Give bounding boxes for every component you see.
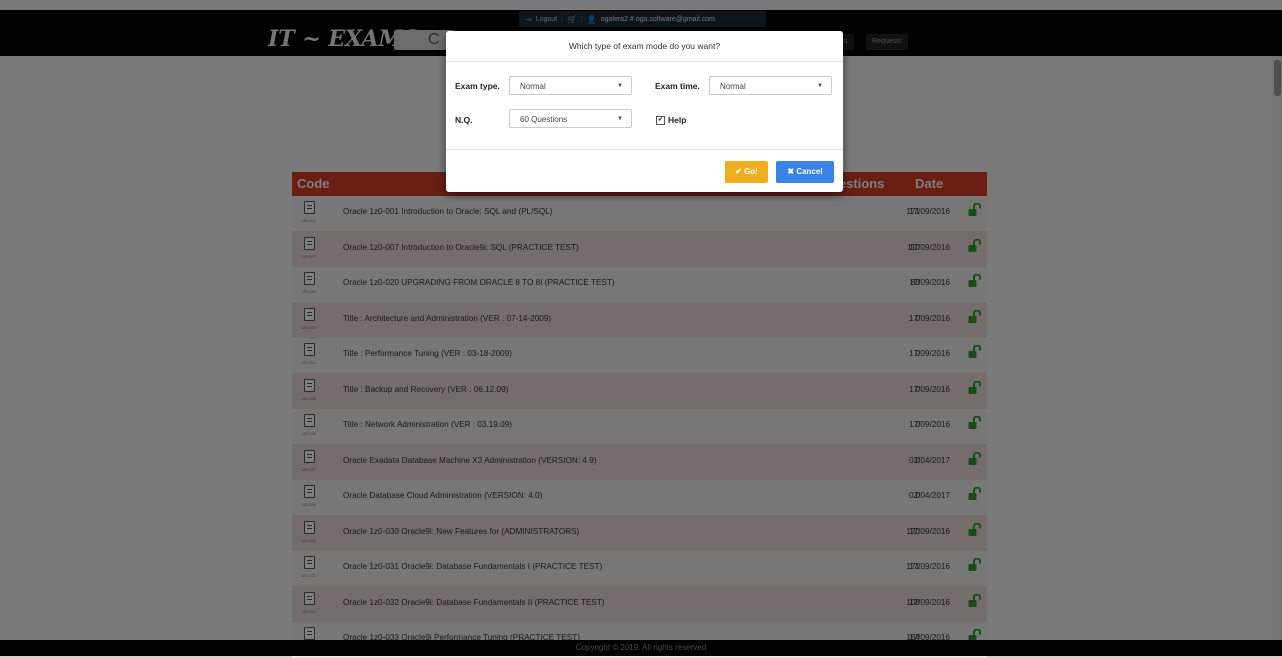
go-button[interactable]: ✔ Go!	[725, 161, 768, 183]
dialog-footer-divider	[446, 149, 843, 150]
help-label: Help	[668, 115, 687, 125]
nq-select[interactable]: 60 Questions ▼	[509, 109, 632, 128]
exam-type-select[interactable]: Normal ▼	[509, 76, 632, 95]
dialog-title: Which type of exam mode do you want?	[446, 31, 843, 62]
checkbox-checked-icon[interactable]: ✔	[656, 115, 665, 125]
exam-type-value: Normal	[520, 82, 546, 91]
help-checkbox[interactable]: ✔ Help	[656, 115, 686, 125]
exam-time-label: Exam time.	[655, 81, 700, 91]
chevron-down-icon: ▼	[617, 83, 623, 89]
exam-type-label: Exam type.	[455, 81, 500, 91]
chevron-down-icon: ▼	[817, 83, 823, 89]
exam-time-select[interactable]: Normal ▼	[709, 76, 832, 95]
exam-time-value: Normal	[720, 82, 746, 91]
cancel-button[interactable]: ✖ Cancel	[776, 161, 834, 183]
chevron-down-icon: ▼	[617, 116, 623, 122]
nq-value: 60 Questions	[520, 115, 568, 124]
nq-label: N.Q.	[455, 115, 473, 125]
exam-mode-dialog: Which type of exam mode do you want? Exa…	[446, 31, 843, 192]
